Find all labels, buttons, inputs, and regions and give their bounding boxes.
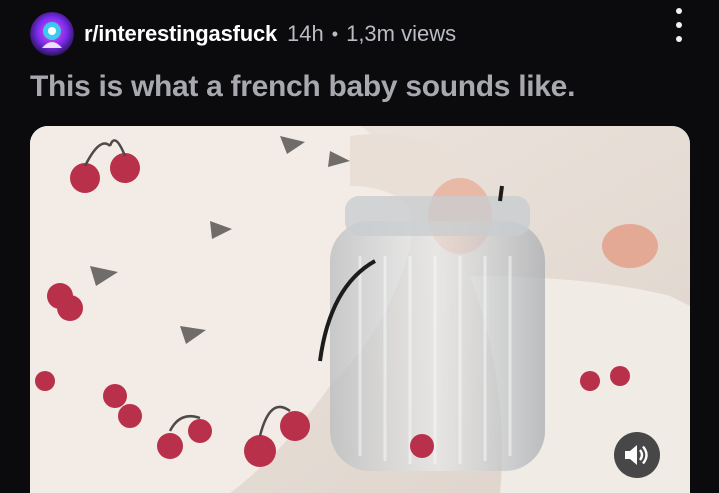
post-age: 14h xyxy=(287,21,324,46)
kebab-vertical-icon[interactable] xyxy=(669,8,689,42)
subreddit-name[interactable]: r/interestingasfuck xyxy=(84,21,277,47)
video-frame xyxy=(30,126,690,493)
post-title: This is what a french baby sounds like. xyxy=(30,70,576,103)
video-player[interactable] xyxy=(30,126,690,493)
volume-icon[interactable] xyxy=(614,432,660,478)
meta-separator: • xyxy=(331,23,339,44)
view-count: 1,3m views xyxy=(346,21,457,46)
post-header: r/interestingasfuck 14h • 1,3m views xyxy=(30,11,699,57)
subreddit-avatar[interactable] xyxy=(30,12,74,56)
